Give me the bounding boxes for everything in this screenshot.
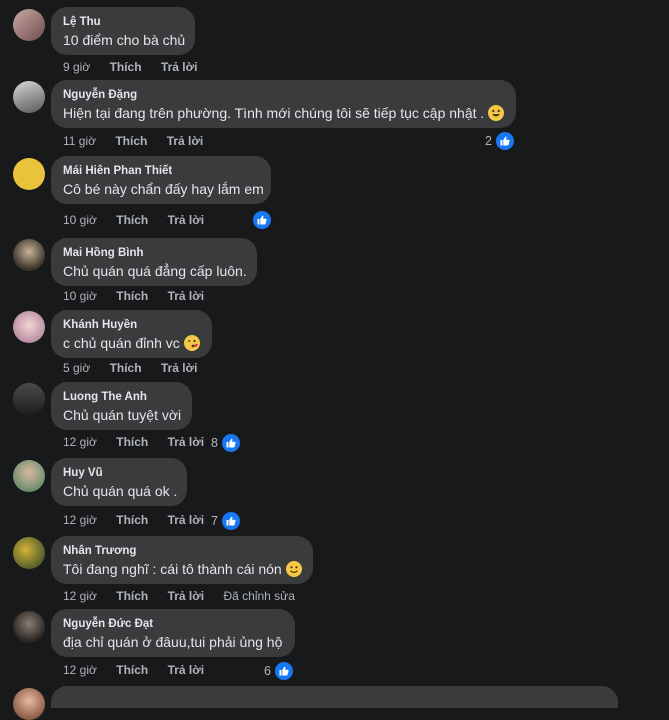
like-reaction-icon <box>219 432 242 454</box>
like-link[interactable]: Thích <box>116 435 148 449</box>
comment-bubble: Nhân Trương Tôi đang nghĩ : cái tô thành… <box>51 536 313 584</box>
comment-bubble <box>51 686 618 708</box>
comment-time[interactable]: 5 giờ <box>63 361 90 375</box>
reply-link[interactable]: Trả lời <box>161 60 198 74</box>
reply-link[interactable]: Trả lời <box>168 663 205 677</box>
reaction-number: 8 <box>211 436 218 450</box>
comment-author[interactable]: Nhân Trương <box>63 544 301 558</box>
comment-author[interactable]: Nguyễn Đức Đạt <box>63 617 283 631</box>
edited-label[interactable]: Đã chỉnh sửa <box>223 589 294 603</box>
comment-bubble: Nguyễn Đặng Hiện tại đang trên phường. T… <box>51 80 516 128</box>
avatar[interactable] <box>13 239 45 271</box>
avatar[interactable] <box>13 9 45 41</box>
comment-time[interactable]: 11 giờ <box>63 134 96 148</box>
grinning-emoji-icon <box>488 105 505 121</box>
like-link[interactable]: Thích <box>110 60 142 74</box>
comment-bubble: Huy Vũ Chủ quán quá ok . <box>51 458 187 506</box>
reply-link[interactable]: Trả lời <box>167 134 204 148</box>
reaction-number: 6 <box>264 664 271 678</box>
reaction-count[interactable]: 6 <box>264 660 295 682</box>
kiss-emoji-icon <box>183 335 200 351</box>
comment-bubble: Nguyễn Đức Đạt địa chỉ quán ở đâuu,tui p… <box>51 609 295 657</box>
comment-author[interactable]: Huy Vũ <box>63 466 175 480</box>
like-link[interactable]: Thích <box>116 513 148 527</box>
like-link[interactable]: Thích <box>116 289 148 303</box>
comment-text-content: Tôi đang nghĩ : cái tô thành cái nón <box>63 561 282 577</box>
avatar[interactable] <box>13 611 45 643</box>
comment-actions: 12 giờ Thích Trả lời <box>63 513 220 527</box>
comment-time[interactable]: 9 giờ <box>63 60 90 74</box>
avatar[interactable] <box>13 537 45 569</box>
comment-author[interactable]: Mai Hồng Bình <box>63 246 245 260</box>
comment-actions: 5 giờ Thích Trả lời <box>63 361 213 375</box>
comment-author[interactable]: Khánh Huyền <box>63 318 200 332</box>
like-reaction-icon <box>493 130 516 152</box>
avatar[interactable] <box>13 311 45 343</box>
comment-text: c chủ quán đỉnh vc <box>63 334 200 353</box>
comment-text: Chủ quán quá đẳng cấp luôn. <box>63 263 247 279</box>
comment-text-content: c chủ quán đỉnh vc <box>63 335 180 351</box>
avatar[interactable] <box>13 158 45 190</box>
like-link[interactable]: Thích <box>116 663 148 677</box>
comment-text: Hiện tại đang trên phường. Tình mới chún… <box>63 104 505 123</box>
comment-time[interactable]: 12 giờ <box>63 663 97 677</box>
like-link[interactable]: Thích <box>116 589 148 603</box>
comment-actions: 12 giờ Thích Trả lời Đã chỉnh sửa <box>63 589 311 603</box>
reply-link[interactable]: Trả lời <box>168 435 205 449</box>
like-link[interactable]: Thích <box>116 213 148 227</box>
comment-actions: 9 giờ Thích Trả lời <box>63 60 213 74</box>
like-link[interactable]: Thích <box>115 134 147 148</box>
comment-bubble: Lệ Thu 10 điểm cho bà chủ <box>51 7 195 55</box>
comment-text: Cô bé này chẩn đấy hay lắm em <box>63 181 264 197</box>
comment-author[interactable]: Nguyễn Đặng <box>63 88 504 102</box>
reply-link[interactable]: Trả lời <box>161 361 198 375</box>
comment-time[interactable]: 10 giờ <box>63 289 97 303</box>
comment-author[interactable]: Lệ Thu <box>63 15 183 29</box>
avatar[interactable] <box>13 688 45 720</box>
avatar[interactable] <box>13 460 45 492</box>
smile-emoji-icon <box>285 561 302 577</box>
reply-link[interactable]: Trả lời <box>168 289 205 303</box>
avatar[interactable] <box>13 81 45 113</box>
comment-author[interactable]: Luong The Anh <box>63 390 180 404</box>
comment-time[interactable]: 12 giờ <box>63 435 97 449</box>
comment-time[interactable]: 10 giờ <box>63 213 97 227</box>
like-link[interactable]: Thích <box>110 361 142 375</box>
comment-actions: 12 giờ Thích Trả lời <box>63 663 220 677</box>
comment-bubble: Luong The Anh Chủ quán tuyệt vời <box>51 382 192 430</box>
comment-text: 10 điểm cho bà chủ <box>63 32 186 48</box>
comment-text: Chủ quán quá ok . <box>63 483 178 499</box>
reply-link[interactable]: Trả lời <box>168 213 205 227</box>
reaction-number: 2 <box>485 134 492 148</box>
comment-text: Tôi đang nghĩ : cái tô thành cái nón <box>63 560 302 579</box>
reply-link[interactable]: Trả lời <box>168 513 205 527</box>
comment-time[interactable]: 12 giờ <box>63 589 97 603</box>
comment-actions: 12 giờ Thích Trả lời <box>63 435 220 449</box>
comment-bubble: Khánh Huyền c chủ quán đỉnh vc <box>51 310 212 358</box>
reaction-count[interactable] <box>249 209 273 231</box>
comment-author[interactable]: Mái Hiên Phan Thiết <box>63 164 259 178</box>
comment-time[interactable]: 12 giờ <box>63 513 97 527</box>
like-reaction-icon <box>219 510 242 532</box>
like-reaction-icon <box>251 209 273 231</box>
reaction-number: 7 <box>211 514 218 528</box>
comment-bubble: Mái Hiên Phan Thiết Cô bé này chẩn đấy h… <box>51 156 271 204</box>
reaction-count[interactable]: 8 <box>211 432 242 454</box>
like-reaction-icon <box>272 660 295 682</box>
comment-actions: 10 giờ Thích Trả lời <box>63 213 220 227</box>
comment-text: địa chỉ quán ở đâuu,tui phải ủng hộ <box>63 634 283 650</box>
comment-actions: 11 giờ Thích Trả lời <box>63 134 219 148</box>
reply-link[interactable]: Trả lời <box>168 589 205 603</box>
avatar[interactable] <box>13 383 45 415</box>
comment-actions: 10 giờ Thích Trả lời <box>63 289 220 303</box>
reaction-count[interactable]: 7 <box>211 510 242 532</box>
comment-text-content: Hiện tại đang trên phường. Tình mới chún… <box>63 105 485 121</box>
comment-text: Chủ quán tuyệt vời <box>63 407 182 423</box>
reaction-count[interactable]: 2 <box>485 130 516 152</box>
comment-bubble: Mai Hồng Bình Chủ quán quá đẳng cấp luôn… <box>51 238 257 286</box>
